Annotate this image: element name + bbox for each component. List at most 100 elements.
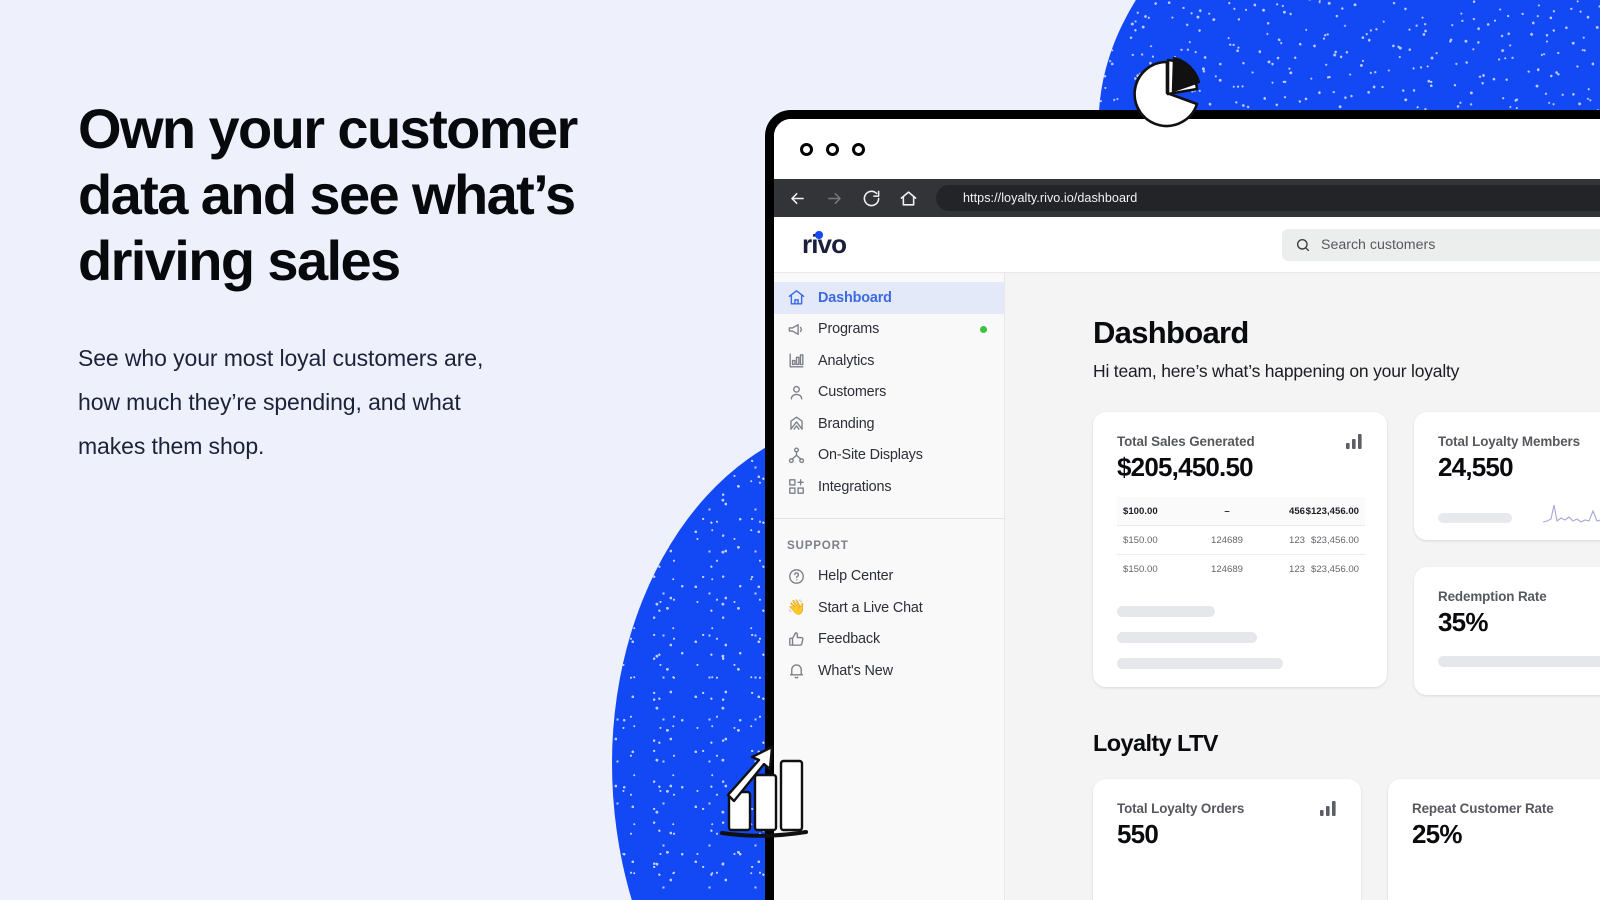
skeleton-bar: [1438, 513, 1512, 523]
table-header-cell: $100.00: [1123, 505, 1158, 517]
card-repeat-customer-rate[interactable]: Repeat Customer Rate 25%: [1388, 779, 1600, 900]
sidebar-item-label: Branding: [818, 415, 875, 432]
app-logo[interactable]: rivo: [774, 229, 1005, 260]
waving-hand-emoji: 👋: [787, 599, 806, 617]
card-value: 550: [1117, 819, 1159, 849]
card-title: Redemption Rate: [1438, 589, 1547, 604]
sidebar-item-programs[interactable]: Programs: [774, 314, 1004, 346]
page-root: Own your customer data and see what’s dr…: [0, 0, 1600, 900]
subheadline: See who your most loyal customers are, h…: [78, 336, 678, 468]
skeleton-bar: [1117, 632, 1257, 643]
megaphone-icon: [787, 320, 806, 339]
sidebar-item-label: Help Center: [818, 568, 894, 585]
logo-dot-icon: [815, 231, 823, 239]
sidebar-item-label: Integrations: [818, 478, 892, 495]
table-header-cell: –: [1224, 505, 1230, 517]
sidebar-item-label: Feedback: [818, 631, 880, 648]
forward-arrow-icon[interactable]: [825, 189, 844, 208]
skeleton-bar: [1117, 658, 1283, 669]
stat-card-row-bottom: Total Loyalty Orders 550 Repeat Customer: [1093, 779, 1600, 900]
reload-icon[interactable]: [862, 189, 881, 208]
app-body: Dashboard Programs Analytics Customers B…: [774, 273, 1600, 900]
table-header-row: $100.00 – 456 $123,456.00: [1117, 497, 1365, 526]
headline-line-2: data and see what’s: [78, 163, 576, 226]
card-value: $205,450.50: [1117, 452, 1254, 482]
stat-card-column-right: Total Loyalty Members 24,550 Redemption …: [1414, 412, 1600, 695]
card-value: 35%: [1438, 607, 1488, 637]
sidebar-item-start-a-live-chat[interactable]: 👋 Start a Live Chat: [774, 592, 1004, 624]
subcopy-line-2: how much they’re spending, and what: [78, 389, 461, 415]
subcopy-line-1: See who your most loyal customers are,: [78, 345, 484, 371]
sidebar-item-whats-new[interactable]: What's New: [774, 655, 1004, 687]
table-header-cell: $123,456.00: [1305, 505, 1359, 517]
home-icon[interactable]: [899, 189, 918, 208]
dashboard-title: Dashboard: [1093, 315, 1249, 350]
sidebar-item-help-center[interactable]: Help Center: [774, 561, 1004, 593]
bar-chart-icon: [787, 351, 806, 370]
card-title: Total Sales Generated: [1117, 434, 1255, 449]
card-redemption-rate[interactable]: Redemption Rate 35%: [1414, 567, 1600, 695]
sidebar-item-label: Start a Live Chat: [818, 599, 923, 616]
sparkline-chart: [1542, 504, 1600, 523]
thumbs-up-icon: [787, 630, 806, 649]
subcopy-line-3: makes them shop.: [78, 433, 265, 459]
app-topbar: rivo Search customers: [774, 217, 1600, 273]
url-input[interactable]: https://loyalty.rivo.io/dashboard: [936, 185, 1600, 211]
back-arrow-icon[interactable]: [788, 189, 807, 208]
headline-line-1: Own your customer: [78, 97, 578, 160]
mini-table: $100.00 – 456 $123,456.00 $150.00 124689…: [1117, 497, 1365, 584]
table-cell: $150.00: [1123, 564, 1158, 575]
sitemap-icon: [787, 446, 806, 465]
card-title: Repeat Customer Rate: [1412, 801, 1554, 816]
card-total-loyalty-orders[interactable]: Total Loyalty Orders 550: [1093, 779, 1361, 900]
sidebar-item-label: Customers: [818, 384, 887, 401]
table-row: $150.00 124689 123 $23,456.00: [1117, 555, 1365, 584]
status-badge: [980, 325, 987, 333]
window-maximize-dot[interactable]: [852, 142, 865, 156]
sidebar-item-analytics[interactable]: Analytics: [774, 345, 1004, 377]
bar-chart-icon: [1320, 801, 1336, 816]
search-input[interactable]: Search customers: [1282, 228, 1600, 261]
window-close-dot[interactable]: [800, 142, 813, 156]
card-title: Total Loyalty Members: [1438, 434, 1581, 449]
card-value: 24,550: [1438, 452, 1514, 482]
page-title: Own your customer data and see what’s dr…: [78, 96, 678, 294]
section-title-loyalty-ltv: Loyalty LTV: [1093, 730, 1218, 756]
skeleton-bar: [1117, 606, 1215, 617]
sidebar-item-integrations[interactable]: Integrations: [774, 471, 1004, 503]
bell-icon: [787, 661, 806, 680]
skeleton-bar: [1438, 656, 1600, 667]
card-total-sales-generated[interactable]: Total Sales Generated $205,450.50 $100.0…: [1093, 412, 1387, 687]
browser-urlbar: https://loyalty.rivo.io/dashboard: [774, 179, 1600, 217]
search-icon: [1296, 238, 1310, 251]
branding-icon: [787, 414, 806, 433]
sidebar-item-customers[interactable]: Customers: [774, 377, 1004, 409]
sidebar-item-feedback[interactable]: Feedback: [774, 624, 1004, 656]
bar-chart-icon: [1346, 434, 1362, 449]
table-header-cell: 456: [1288, 505, 1305, 517]
sidebar-item-label: Analytics: [818, 352, 875, 369]
headline-line-3: driving sales: [78, 229, 401, 292]
table-cell: 124689: [1210, 534, 1243, 546]
table-cell: 124689: [1210, 564, 1243, 575]
sidebar-item-label: Programs: [818, 321, 880, 338]
pie-chart-illustration: [1133, 56, 1201, 128]
sidebar-item-branding[interactable]: Branding: [774, 408, 1004, 440]
window-minimize-dot[interactable]: [826, 142, 839, 156]
grid-plus-icon: [787, 477, 806, 496]
sidebar-item-on-site-displays[interactable]: On-Site Displays: [774, 440, 1004, 472]
browser-window: https://loyalty.rivo.io/dashboard rivo S…: [765, 110, 1600, 900]
person-icon: [787, 383, 806, 402]
table-cell: 123: [1288, 534, 1305, 546]
sidebar-item-label: What's New: [818, 662, 893, 679]
table-row: $150.00 124689 123 $23,456.00: [1117, 526, 1365, 555]
sidebar-item-label: On-Site Displays: [818, 447, 923, 464]
table-cell: $23,456.00: [1310, 564, 1359, 575]
card-total-loyalty-members[interactable]: Total Loyalty Members 24,550: [1414, 412, 1600, 540]
stat-card-row-top: Total Sales Generated $205,450.50 $100.0…: [1093, 412, 1600, 695]
table-cell: $150.00: [1123, 534, 1158, 546]
marketing-copy: Own your customer data and see what’s dr…: [78, 96, 678, 468]
sidebar-section-header: SUPPORT: [787, 538, 849, 552]
table-cell: $23,456.00: [1310, 534, 1359, 546]
sidebar-item-dashboard[interactable]: Dashboard: [774, 282, 1004, 314]
